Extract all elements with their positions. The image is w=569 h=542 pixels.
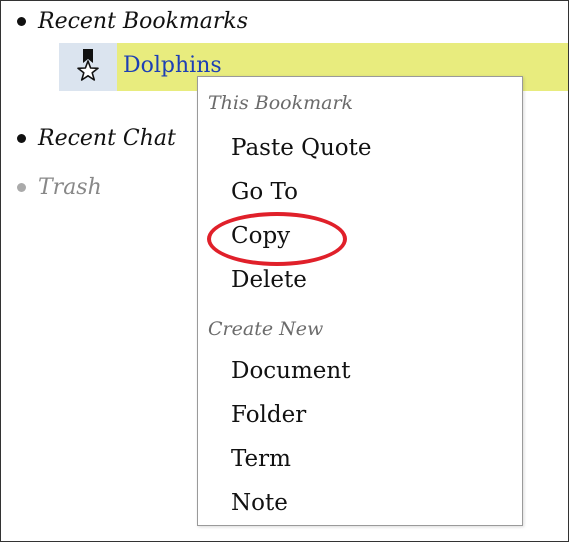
bookmark-icon-cell (59, 43, 117, 91)
tree-item-trash[interactable]: Trash (17, 173, 102, 201)
tree-item-label: Recent Bookmarks (38, 8, 249, 34)
menu-item-term[interactable]: Term (231, 446, 291, 472)
menu-item-copy[interactable]: Copy (231, 223, 290, 249)
menu-item-paste-quote[interactable]: Paste Quote (231, 135, 372, 161)
menu-item-note[interactable]: Note (231, 490, 288, 516)
bookmark-star-icon (73, 47, 103, 87)
tree-item-recent-bookmarks[interactable]: Recent Bookmarks (17, 7, 248, 35)
menu-item-document[interactable]: Document (231, 358, 350, 384)
menu-section-this-bookmark: This Bookmark (208, 92, 354, 114)
app-frame: Recent Bookmarks Dolphins Recent Chat Tr… (0, 0, 569, 542)
tree-item-label: Trash (38, 174, 102, 200)
menu-section-create-new: Create New (208, 318, 324, 340)
menu-item-folder[interactable]: Folder (231, 402, 306, 428)
tree-item-label: Recent Chat (38, 125, 176, 151)
tree-item-recent-chats[interactable]: Recent Chat (17, 124, 176, 152)
bullet-icon (17, 16, 26, 26)
context-menu: This Bookmark Paste Quote Go To Copy Del… (197, 76, 523, 526)
menu-item-delete[interactable]: Delete (231, 267, 307, 293)
bullet-icon (17, 133, 26, 143)
bookmark-label[interactable]: Dolphins (123, 53, 222, 78)
menu-item-go-to[interactable]: Go To (231, 179, 298, 205)
bullet-icon (17, 182, 26, 192)
